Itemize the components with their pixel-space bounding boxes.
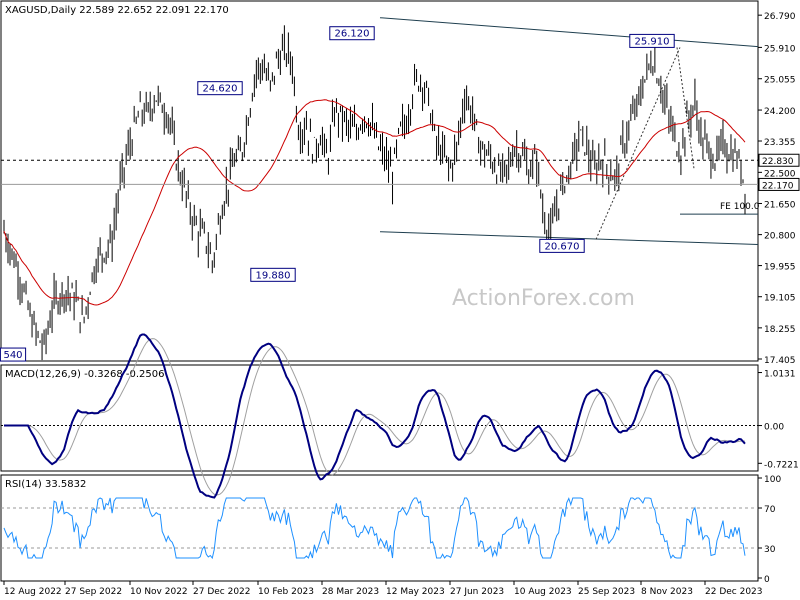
macd-header: MACD(12,26,9) -0.3268 -0.2506 xyxy=(5,369,165,380)
price-y-tick-label: 17.405 xyxy=(764,356,796,366)
macd-y-tick-label: -0.7221 xyxy=(764,460,799,470)
rsi-y-tick-label: 100 xyxy=(764,475,781,485)
price-marker-label: 22.830 xyxy=(762,157,794,167)
price-marker-label: 22.170 xyxy=(762,181,794,191)
price-label: 26.120 xyxy=(335,29,370,40)
macd-panel-frame xyxy=(0,364,759,472)
watermark: ActionForex.com xyxy=(452,286,635,311)
macd-y-axis: 1.0131 0.00 -0.7221 xyxy=(758,370,799,470)
x-tick-label: 10 Aug 2023 xyxy=(514,587,572,597)
price-label: 19.880 xyxy=(256,270,291,281)
x-tick-label: 25 Sep 2023 xyxy=(578,587,635,597)
price-label: 24.620 xyxy=(203,84,238,95)
x-tick-label: 22 Dec 2023 xyxy=(705,587,763,597)
x-tick-label: 12 May 2023 xyxy=(386,587,445,597)
price-label: 20.670 xyxy=(545,241,580,252)
fe-label: FE 100.0 xyxy=(720,202,760,212)
rsi-y-tick-label: 0 xyxy=(764,575,770,585)
rsi-y-tick-label: 70 xyxy=(764,505,776,515)
rsi-y-axis: 100 70 30 0 xyxy=(758,475,781,585)
price-label: 540 xyxy=(3,350,22,361)
price-y-tick-label: 19.955 xyxy=(764,263,796,273)
price-y-tick-label: 23.355 xyxy=(764,138,796,148)
price-y-tick-label: 24.200 xyxy=(764,107,796,117)
price-label: 25.910 xyxy=(635,36,670,47)
chart-root: ActionForex.com 540 24.620 19.880 26.120 20.… xyxy=(0,0,800,597)
macd-y-tick-label: 1.0131 xyxy=(764,370,796,380)
price-y-axis: 26.790 25.910 25.055 24.200 23.355 22.500 21.6… xyxy=(758,12,800,366)
macd-y-tick-label: 0.00 xyxy=(764,423,784,433)
price-panel-frame xyxy=(0,0,759,362)
x-tick-label: 12 Aug 2022 xyxy=(4,587,62,597)
price-y-tick-label: 25.910 xyxy=(764,44,796,54)
x-tick-label: 28 Mar 2023 xyxy=(322,587,379,597)
price-y-tick-label: 25.055 xyxy=(764,76,796,86)
rsi-y-tick-label: 30 xyxy=(764,545,776,555)
x-tick-label: 8 Nov 2023 xyxy=(641,587,693,597)
x-tick-label: 10 Nov 2022 xyxy=(130,587,188,597)
price-y-tick-label: 19.105 xyxy=(764,294,796,304)
price-y-tick-label: 22.500 xyxy=(764,169,796,179)
x-tick-label: 27 Sep 2022 xyxy=(65,587,122,597)
price-y-tick-label: 26.790 xyxy=(764,12,796,22)
price-y-tick-label: 20.800 xyxy=(764,232,796,242)
x-tick-label: 27 Jun 2023 xyxy=(450,587,504,597)
rsi-header: RSI(14) 33.5832 xyxy=(5,479,86,490)
price-y-tick-label: 18.255 xyxy=(764,325,796,335)
x-tick-label: 27 Dec 2022 xyxy=(193,587,251,597)
price-y-tick-label: 21.650 xyxy=(764,200,796,210)
x-tick-label: 10 Feb 2023 xyxy=(258,587,314,597)
rsi-panel-frame xyxy=(0,474,759,582)
x-axis: 12 Aug 2022 27 Sep 2022 10 Nov 2022 27 Dec … xyxy=(3,581,763,597)
price-header: XAGUSD,Daily 22.589 22.652 22.091 22.170 xyxy=(5,5,229,16)
